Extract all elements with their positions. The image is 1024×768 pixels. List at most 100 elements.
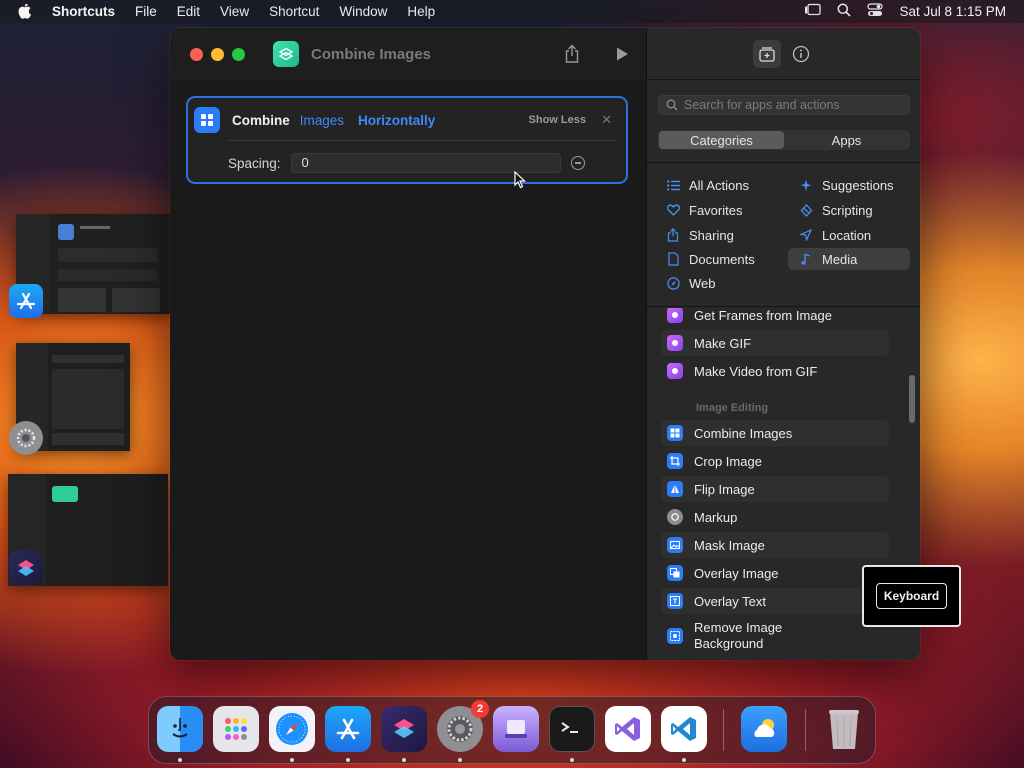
combine-images-action-card[interactable]: Combine Images Horizontally Show Less ✕ … — [186, 96, 628, 184]
dock-app-store-icon[interactable] — [325, 706, 371, 752]
search-placeholder: Search for apps and actions — [684, 98, 840, 112]
category-web[interactable]: Web — [655, 272, 716, 294]
dock-visual-studio-icon[interactable] — [605, 706, 651, 752]
minimize-button[interactable] — [211, 47, 224, 61]
app-store-icon — [9, 284, 43, 318]
library-segmented-control[interactable]: Categories Apps — [658, 130, 910, 150]
running-indicator — [346, 758, 350, 762]
run-play-icon[interactable] — [610, 42, 634, 66]
location-arrow-icon — [798, 229, 814, 241]
close-button[interactable] — [190, 47, 203, 61]
search-icon — [666, 99, 678, 111]
notification-badge: 2 — [471, 700, 489, 718]
combine-images-icon — [667, 425, 683, 441]
menu-window[interactable]: Window — [339, 4, 387, 19]
menu-app-name[interactable]: Shortcuts — [52, 4, 115, 19]
control-center-icon[interactable] — [867, 3, 884, 20]
shortcut-editor[interactable]: Combine Images Horizontally Show Less ✕ … — [170, 80, 646, 660]
overlay-text-icon — [667, 593, 683, 609]
share-icon — [665, 228, 681, 242]
remove-action-icon[interactable]: ✕ — [601, 112, 612, 128]
spacing-remove-icon[interactable] — [570, 156, 585, 170]
dock-safari-icon[interactable] — [269, 706, 315, 752]
stage-manager-icon[interactable] — [804, 3, 822, 20]
sparkle-icon — [798, 179, 814, 192]
action-overlay-image[interactable]: Overlay Image — [661, 560, 889, 586]
shortcut-glyph-icon[interactable] — [273, 41, 299, 67]
remove-background-icon — [667, 628, 683, 644]
action-combine-images[interactable]: Combine Images — [661, 420, 889, 446]
zoom-button[interactable] — [232, 47, 245, 61]
action-make-video-from-gif[interactable]: Make Video from GIF — [661, 358, 889, 384]
category-all-actions[interactable]: All Actions — [655, 174, 749, 196]
action-flip-image[interactable]: Flip Image — [661, 476, 889, 502]
action-make-gif[interactable]: Make GIF — [661, 330, 889, 356]
action-list-scrollbar[interactable] — [909, 375, 915, 423]
images-parameter[interactable]: Images — [300, 113, 344, 128]
dock-terminal-icon[interactable] — [549, 706, 595, 752]
category-suggestions[interactable]: Suggestions — [788, 174, 910, 196]
spotlight-search-icon[interactable] — [837, 3, 852, 20]
menu-edit[interactable]: Edit — [177, 4, 200, 19]
running-indicator — [570, 758, 574, 762]
shortcuts-icon — [9, 551, 43, 585]
menu-shortcut[interactable]: Shortcut — [269, 4, 319, 19]
scripting-icon — [798, 203, 814, 217]
dock-weather-icon[interactable] — [741, 706, 787, 752]
action-crop-image[interactable]: Crop Image — [661, 448, 889, 474]
keyboard-tooltip: Keyboard — [862, 565, 961, 627]
dock-launchpad-icon[interactable] — [213, 706, 259, 752]
action-overlay-text[interactable]: Overlay Text — [661, 588, 889, 614]
category-media[interactable]: Media — [788, 248, 910, 270]
menu-clock[interactable]: Sat Jul 8 1:15 PM — [899, 4, 1006, 19]
action-get-frames-from-image[interactable]: Get Frames from Image — [661, 308, 889, 328]
category-documents[interactable]: Documents — [655, 248, 755, 270]
tab-categories[interactable]: Categories — [659, 131, 784, 149]
details-info-icon[interactable] — [787, 40, 815, 68]
crop-icon — [667, 453, 683, 469]
show-less-button[interactable]: Show Less — [529, 114, 586, 126]
menu-help[interactable]: Help — [407, 4, 435, 19]
apple-menu-icon[interactable] — [18, 3, 36, 20]
action-markup[interactable]: Markup — [661, 504, 889, 530]
media-icon — [667, 308, 683, 323]
menu-view[interactable]: View — [220, 4, 249, 19]
dock-system-settings-icon[interactable]: 2 — [437, 700, 489, 752]
markup-icon — [667, 509, 683, 525]
photo-icon — [667, 537, 683, 553]
share-icon[interactable] — [560, 42, 584, 66]
document-icon — [665, 252, 681, 266]
category-sharing[interactable]: Sharing — [655, 224, 734, 246]
category-favorites[interactable]: Favorites — [655, 199, 742, 221]
compass-icon — [665, 276, 681, 290]
running-indicator — [402, 758, 406, 762]
dock-shortcuts-icon[interactable] — [381, 706, 427, 752]
action-mask-image[interactable]: Mask Image — [661, 532, 889, 558]
media-icon — [667, 335, 683, 351]
dock-separator — [723, 709, 724, 751]
action-remove-image-background[interactable]: Remove Image Background — [661, 620, 889, 652]
dock-separator — [805, 709, 806, 751]
spacing-input[interactable]: 0 — [290, 153, 561, 173]
action-verb: Combine — [232, 112, 290, 128]
category-location[interactable]: Location — [788, 224, 910, 246]
running-indicator — [682, 758, 686, 762]
direction-parameter[interactable]: Horizontally — [358, 113, 435, 128]
system-settings-icon — [9, 421, 43, 455]
flip-icon — [667, 481, 683, 497]
dock-finder-icon[interactable] — [157, 706, 203, 752]
tab-apps[interactable]: Apps — [784, 131, 909, 149]
window-title[interactable]: Combine Images — [311, 46, 431, 63]
running-indicator — [178, 758, 182, 762]
menu-file[interactable]: File — [135, 4, 157, 19]
dock-trash-icon[interactable] — [821, 706, 867, 752]
running-indicator — [458, 758, 462, 762]
action-library-tab-icon[interactable] — [753, 40, 781, 68]
category-scripting[interactable]: Scripting — [788, 199, 910, 221]
dock-notes-stack-icon[interactable] — [493, 706, 539, 752]
menu-bar: Shortcuts File Edit View Shortcut Window… — [0, 0, 1024, 23]
action-search-input[interactable]: Search for apps and actions — [658, 95, 910, 115]
dock-vscode-icon[interactable] — [661, 706, 707, 752]
combine-images-icon — [194, 107, 220, 133]
dock: 2 — [148, 696, 876, 764]
